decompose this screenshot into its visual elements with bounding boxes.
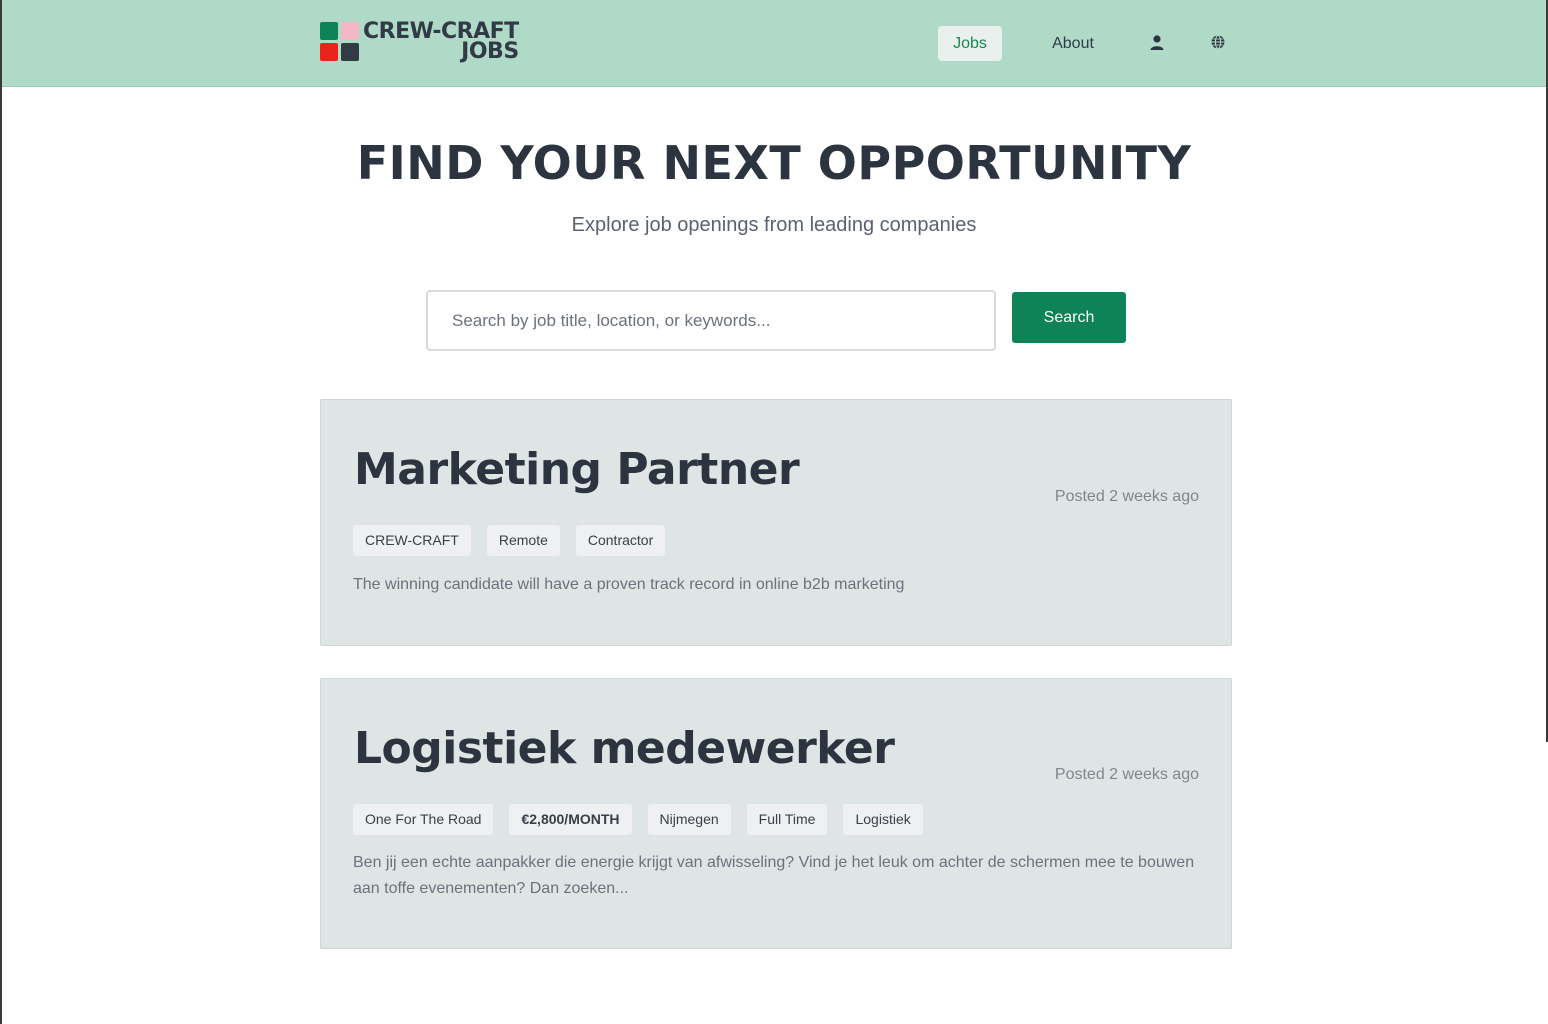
- tag-contract: Contractor: [575, 525, 666, 556]
- job-tags: One For The Road €2,800/MONTH Nijmegen F…: [353, 804, 923, 835]
- job-title[interactable]: Logistiek medewerker: [354, 723, 895, 774]
- globe-icon[interactable]: [1208, 33, 1228, 53]
- tag-salary: €2,800/MONTH: [509, 804, 632, 835]
- job-tags: CREW-CRAFT Remote Contractor: [353, 525, 666, 556]
- nav-about-link[interactable]: About: [1040, 26, 1106, 61]
- tag-category: Logistiek: [843, 804, 923, 835]
- job-card-logistiek-medewerker[interactable]: Logistiek medewerker Posted 2 weeks ago …: [320, 678, 1232, 949]
- page-subtitle: Explore job openings from leading compan…: [571, 214, 977, 236]
- page-title: FIND YOUR NEXT OPPORTUNITY: [356, 136, 1192, 190]
- user-icon[interactable]: [1147, 33, 1167, 53]
- job-title[interactable]: Marketing Partner: [354, 444, 800, 495]
- tag-company: One For The Road: [353, 804, 494, 835]
- logo-squares-icon: [320, 22, 359, 61]
- job-description: Ben jij een echte aanpakker die energie …: [353, 854, 1195, 897]
- nav-jobs-link[interactable]: Jobs: [938, 26, 1002, 61]
- job-posted-date: Posted 2 weeks ago: [1054, 488, 1199, 505]
- search-button[interactable]: Search: [1012, 292, 1126, 343]
- logo-text: CREW-CRAFT JOBS: [363, 21, 519, 64]
- job-card-marketing-partner[interactable]: Marketing Partner Posted 2 weeks ago CRE…: [320, 399, 1232, 646]
- tag-location: Remote: [486, 525, 560, 556]
- logo-line2: JOBS: [461, 39, 519, 64]
- tag-company: CREW-CRAFT: [353, 525, 471, 556]
- job-posted-date: Posted 2 weeks ago: [1054, 766, 1199, 783]
- search-input[interactable]: [426, 290, 996, 351]
- tag-location: Nijmegen: [647, 804, 731, 835]
- logo[interactable]: CREW-CRAFT JOBS: [320, 21, 519, 64]
- tag-employment-type: Full Time: [746, 804, 828, 835]
- job-description: The winning candidate will have a proven…: [353, 576, 905, 593]
- site-header: CREW-CRAFT JOBS Jobs About: [2, 0, 1546, 87]
